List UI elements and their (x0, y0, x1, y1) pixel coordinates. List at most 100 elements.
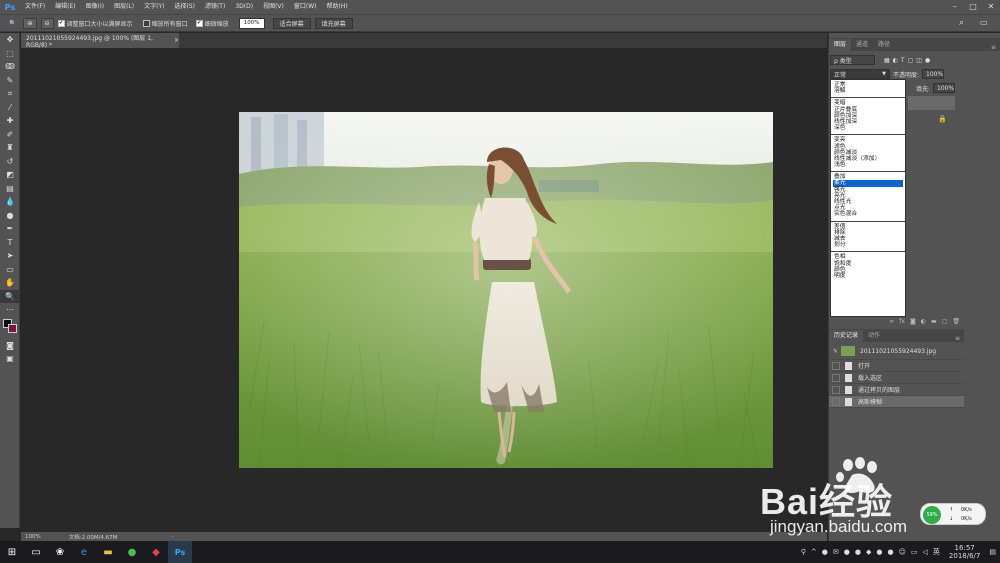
filter-toggle-icon[interactable]: ● (925, 57, 930, 64)
blend-option[interactable]: 实色混合 (833, 211, 903, 217)
tray-icon[interactable]: ☺ (899, 548, 906, 556)
zoom-value-field[interactable]: 100% (238, 17, 265, 29)
tab-layers[interactable]: 图层 (829, 39, 852, 51)
map-app-icon[interactable]: ◆ (144, 541, 168, 563)
zoom-out-icon[interactable]: ⊖ (40, 17, 54, 29)
marquee-tool-icon[interactable]: ⬚ (0, 47, 20, 61)
windows-start-icon[interactable]: ⊞ (0, 541, 24, 563)
filter-adjust-icon[interactable]: ◐ (893, 57, 898, 64)
color-swatches[interactable] (0, 317, 20, 339)
menu-image[interactable]: 图像(I) (81, 0, 109, 14)
menu-layer[interactable]: 图层(L) (109, 0, 139, 14)
task-view-icon[interactable]: ▭ (24, 541, 48, 563)
eraser-tool-icon[interactable]: ◩ (0, 168, 20, 182)
resize-windows-checkbox[interactable]: ✔ 调整窗口大小以满屏显示 (57, 19, 133, 28)
status-arrow-icon[interactable]: › (171, 534, 173, 540)
menu-3d[interactable]: 3D(D) (230, 0, 258, 14)
blur-tool-icon[interactable]: 💧 (0, 195, 20, 209)
quick-mask-icon[interactable]: ◙ (0, 339, 20, 353)
link-icon[interactable]: ∞ (889, 318, 894, 325)
filter-pixel-icon[interactable]: ▦ (884, 57, 890, 64)
clone-stamp-tool-icon[interactable]: ♜ (0, 141, 20, 155)
layer-filter-dropdown[interactable]: ρ 类型 (830, 55, 875, 65)
tray-icon[interactable]: ● (876, 548, 882, 556)
fill-screen-button[interactable]: 填充屏幕 (314, 17, 353, 29)
quick-select-tool-icon[interactable]: ✎ (0, 74, 20, 88)
blend-option[interactable]: 划分 (833, 242, 903, 248)
menu-select[interactable]: 选择(S) (169, 0, 200, 14)
history-checkbox[interactable] (832, 373, 840, 382)
menu-type[interactable]: 文字(Y) (139, 0, 169, 14)
mask-icon[interactable]: ◙ (910, 318, 916, 325)
pen-tool-icon[interactable]: ✒ (0, 222, 20, 236)
healing-brush-tool-icon[interactable]: ✚ (0, 114, 20, 128)
new-layer-icon[interactable]: ▢ (942, 318, 948, 325)
blend-option[interactable]: 浅色 (833, 162, 903, 168)
path-select-tool-icon[interactable]: ➤ (0, 249, 20, 263)
blend-option[interactable]: 溶解 (833, 88, 903, 94)
tray-icon[interactable]: ● (822, 548, 828, 556)
blend-option[interactable]: 深色 (833, 125, 903, 131)
browser-360-icon[interactable]: ● (120, 541, 144, 563)
tray-icon[interactable]: ● (855, 548, 861, 556)
tray-icon[interactable]: ● (887, 548, 893, 556)
tab-paths[interactable]: 路径 (873, 39, 895, 51)
document-image[interactable] (239, 112, 773, 468)
blend-mode-dropdown[interactable]: 正常 ▼ (830, 69, 890, 79)
filter-shape-icon[interactable]: ▢ (908, 57, 914, 64)
dodge-tool-icon[interactable]: ● (0, 209, 20, 223)
panel-menu-icon[interactable]: ≡ (955, 335, 964, 342)
tab-actions[interactable]: 动作 (863, 330, 885, 342)
history-brush-source-icon[interactable]: ✎ (833, 348, 838, 355)
history-snapshot[interactable]: ✎ 20111021055924493.jpg (829, 343, 964, 360)
photoshop-taskbar-icon[interactable]: Ps (168, 541, 192, 563)
ie-browser-icon[interactable]: e (72, 541, 96, 563)
file-explorer-icon[interactable]: ▬ (96, 541, 120, 563)
history-item[interactable]: 通过拷贝的图层 (829, 384, 964, 396)
folder-icon[interactable]: ▬ (931, 318, 937, 325)
layer-row[interactable] (908, 96, 955, 110)
tab-history[interactable]: 历史记录 (829, 330, 864, 342)
filter-type-icon[interactable]: T (901, 57, 905, 64)
close-window-icon[interactable]: ✕ (982, 0, 1000, 14)
tray-icon[interactable]: ✉ (833, 548, 839, 556)
history-checkbox[interactable] (832, 397, 840, 406)
app-icon-1[interactable]: ❀ (48, 541, 72, 563)
fill-field[interactable]: 100% (933, 83, 955, 93)
netspeed-widget[interactable]: 59% ↑ 0K/s ↓ 0K/s (920, 503, 986, 525)
blend-option[interactable]: 明度 (833, 273, 903, 279)
volume-icon[interactable]: ◁ (923, 548, 928, 556)
network-icon[interactable]: ▭ (911, 548, 918, 556)
brush-tool-icon[interactable]: ✐ (0, 128, 20, 142)
workspace-icon[interactable]: ▭ (980, 18, 988, 27)
blend-mode-list[interactable]: 正常 溶解 变暗 正片叠底 颜色加深 线性加深 深色 变亮 滤色 颜色减淡 线性… (830, 79, 906, 317)
menu-file[interactable]: 文件(F) (20, 0, 50, 14)
rectangle-tool-icon[interactable]: ▭ (0, 263, 20, 277)
search-icon[interactable]: ⌕ (959, 18, 964, 28)
hand-tool-icon[interactable]: ✋ (0, 276, 20, 290)
zoom-tool-icon[interactable]: 🔍 (0, 289, 20, 303)
menu-help[interactable]: 帮助(H) (322, 0, 353, 14)
close-tab-icon[interactable]: × (174, 37, 179, 44)
scrubby-zoom-checkbox[interactable]: ✔ 细微缩放 (195, 19, 229, 28)
tray-icon[interactable]: ◆ (866, 548, 871, 556)
zoom-in-icon[interactable]: ⊕ (23, 17, 37, 29)
zoom-tool-preset-icon[interactable]: 🔍 (6, 18, 19, 29)
eyedropper-tool-icon[interactable]: ⁄ (0, 101, 20, 115)
background-color-swatch[interactable] (8, 323, 17, 333)
fit-screen-button[interactable]: 适合屏幕 (272, 17, 311, 29)
filter-smart-icon[interactable]: ◫ (916, 57, 922, 64)
fx-icon[interactable]: fx (899, 318, 905, 325)
history-item-selected[interactable]: 高斯模糊 (829, 396, 964, 408)
screen-mode-icon[interactable]: ▣ (0, 352, 20, 366)
input-language[interactable]: 英 (933, 547, 940, 557)
trash-icon[interactable]: 🗑 (952, 318, 960, 325)
tab-channels[interactable]: 通道 (851, 39, 873, 51)
history-checkbox[interactable] (832, 385, 840, 394)
document-tab[interactable]: 20111021055924493.jpg @ 100% (图层 1, RGB/… (21, 33, 179, 49)
minimize-icon[interactable]: – (946, 0, 964, 14)
history-brush-tool-icon[interactable]: ↺ (0, 155, 20, 169)
zoom-all-checkbox[interactable]: 缩放所有窗口 (142, 19, 188, 28)
panel-menu-icon[interactable]: ≡ (991, 44, 1000, 51)
status-zoom[interactable]: 100% (25, 534, 41, 540)
